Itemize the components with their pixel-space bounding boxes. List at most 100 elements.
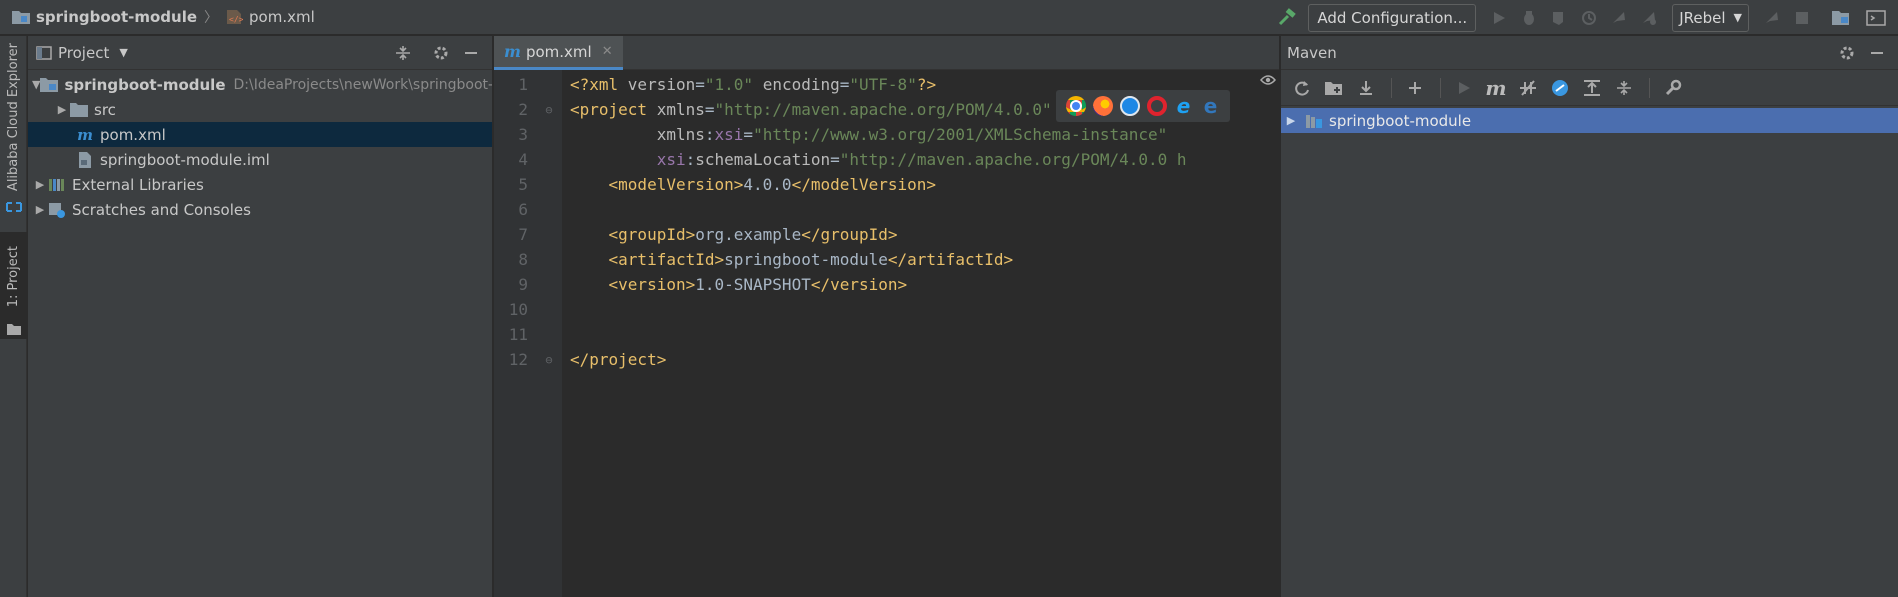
tab-pom-xml[interactable]: m pom.xml ✕: [494, 36, 623, 70]
breadcrumb-file[interactable]: pom.xml: [249, 8, 315, 26]
reload-icon[interactable]: [1287, 73, 1317, 103]
tab-project-label: 1: Project: [6, 246, 21, 308]
tree-item-pom[interactable]: m pom.xml: [28, 122, 492, 147]
maven-goal-icon[interactable]: m: [1481, 73, 1511, 103]
folder-icon: [70, 102, 88, 118]
tree-item-iml[interactable]: springboot-module.iml: [28, 147, 492, 172]
hide-panel-icon[interactable]: [1862, 38, 1892, 68]
maven-project-icon: [1305, 113, 1323, 129]
libraries-icon: [48, 177, 66, 193]
ie-icon[interactable]: e: [1174, 94, 1194, 118]
coverage-icon[interactable]: [1545, 4, 1573, 32]
browser-preview-strip: e e: [1056, 90, 1230, 122]
project-folder-icon[interactable]: [0, 319, 27, 339]
debug-icon[interactable]: [1515, 4, 1543, 32]
navigation-bar: springboot-module 〉 </> pom.xml Add Conf…: [0, 0, 1898, 35]
chrome-icon[interactable]: [1065, 96, 1086, 116]
jrebel-mode-select[interactable]: JRebel ▼: [1672, 3, 1749, 32]
run-icon[interactable]: [1485, 4, 1513, 32]
svg-text:</>: </>: [229, 15, 243, 24]
close-icon[interactable]: ✕: [602, 44, 613, 59]
safari-icon[interactable]: [1119, 96, 1140, 116]
collapse-all-icon[interactable]: [388, 38, 418, 68]
tab-alibaba-cloud-explorer[interactable]: Alibaba Cloud Explorer: [0, 42, 27, 192]
chevron-right-icon[interactable]: ▶: [54, 103, 70, 116]
project-structure-icon[interactable]: [1827, 4, 1855, 32]
profile-icon[interactable]: [1575, 4, 1603, 32]
line-number: 2: [518, 100, 528, 119]
line-number: 11: [508, 325, 528, 344]
iml-file-icon: [76, 151, 94, 168]
maven-file-icon: m: [77, 125, 93, 144]
maven-tree-item-module[interactable]: ▶ springboot-module: [1281, 108, 1898, 133]
breadcrumb-project[interactable]: springboot-module: [36, 8, 197, 26]
tree-item-label: External Libraries: [72, 175, 204, 194]
project-panel-title[interactable]: Project: [58, 44, 109, 62]
line-number: 4: [518, 150, 528, 169]
eye-icon[interactable]: [1260, 72, 1276, 90]
edge-icon[interactable]: e: [1201, 94, 1221, 118]
add-folder-icon[interactable]: [1319, 73, 1349, 103]
chevron-down-icon: ▼: [1733, 11, 1742, 24]
code-line: 9 <version>1.0-SNAPSHOT</version>: [494, 272, 1279, 297]
download-icon[interactable]: [1351, 73, 1381, 103]
toolbar-separator: [1391, 77, 1392, 98]
show-dependencies-icon[interactable]: [1577, 73, 1607, 103]
tab-project[interactable]: 1: Project: [0, 232, 27, 322]
stop-icon[interactable]: [1788, 4, 1816, 32]
jrebel-debug-icon[interactable]: [1635, 4, 1663, 32]
tree-item-external-libraries[interactable]: ▶ External Libraries: [28, 172, 492, 197]
breadcrumb-separator: 〉: [204, 10, 219, 26]
gear-icon[interactable]: [1832, 38, 1862, 68]
chevron-right-icon[interactable]: ▶: [32, 178, 48, 191]
run-icon[interactable]: [1449, 73, 1479, 103]
hide-panel-icon[interactable]: [456, 38, 486, 68]
tree-item-module[interactable]: ▼ springboot-module D:\IdeaProjects\newW…: [28, 72, 492, 97]
chevron-down-icon[interactable]: ▼: [119, 46, 127, 59]
terminal-icon[interactable]: [1862, 4, 1890, 32]
firefox-icon[interactable]: [1092, 96, 1113, 116]
add-configuration-button[interactable]: Add Configuration...: [1308, 3, 1477, 32]
tree-item-label: springboot-module: [64, 75, 226, 94]
line-number: 8: [518, 250, 528, 269]
code-line: 11: [494, 322, 1279, 347]
toggle-offline-icon[interactable]: [1513, 73, 1543, 103]
jrebel-update-icon[interactable]: [1758, 4, 1786, 32]
fold-icon[interactable]: ⊖: [536, 353, 562, 367]
editor-tabbar: m pom.xml ✕: [494, 36, 1279, 70]
toolbar-separator: [1649, 77, 1650, 98]
chevron-right-icon[interactable]: ▶: [32, 203, 48, 216]
gear-icon[interactable]: [426, 38, 456, 68]
chevron-right-icon[interactable]: ▶: [1283, 114, 1299, 127]
fold-icon[interactable]: ⊖: [536, 103, 562, 117]
jrebel-run-icon[interactable]: [1605, 4, 1633, 32]
plus-icon[interactable]: [1400, 73, 1430, 103]
tree-item-label: src: [94, 100, 116, 119]
tree-item-label: springboot-module.iml: [100, 150, 270, 169]
chevron-down-icon[interactable]: ▼: [32, 78, 40, 91]
line-number: 1: [518, 75, 528, 94]
scratches-icon: [48, 202, 66, 218]
project-tree: ▼ springboot-module D:\IdeaProjects\newW…: [28, 70, 492, 222]
tree-item-scratches[interactable]: ▶ Scratches and Consoles: [28, 197, 492, 222]
project-panel-header: Project ▼: [28, 36, 492, 70]
tree-item-label: pom.xml: [100, 125, 166, 144]
tree-item-label: Scratches and Consoles: [72, 200, 251, 219]
project-panel: Project ▼ ▼ springboot-module D:\IdeaPro…: [28, 36, 493, 597]
code-line: 5 <modelVersion>4.0.0</modelVersion>: [494, 172, 1279, 197]
alibaba-cloud-icon[interactable]: [0, 196, 27, 218]
code-line: 12 ⊖ </project>: [494, 347, 1279, 372]
left-tool-strip: Alibaba Cloud Explorer 1: Project: [0, 36, 27, 597]
tree-item-src[interactable]: ▶ src: [28, 97, 492, 122]
collapse-all-icon[interactable]: [1609, 73, 1639, 103]
settings-wrench-icon[interactable]: [1658, 73, 1688, 103]
skip-tests-icon[interactable]: [1545, 73, 1575, 103]
xml-file-icon: </>: [227, 10, 243, 24]
build-hammer-icon[interactable]: [1273, 4, 1301, 32]
line-number: 12: [508, 350, 528, 369]
project-panel-actions: [388, 36, 486, 70]
code-line: 4 xsi:schemaLocation="http://maven.apach…: [494, 147, 1279, 172]
code-line: 8 <artifactId>springboot-module</artifac…: [494, 247, 1279, 272]
opera-icon[interactable]: [1146, 96, 1167, 116]
main-toolbar: Add Configuration... JRebel ▼: [1272, 0, 1898, 35]
